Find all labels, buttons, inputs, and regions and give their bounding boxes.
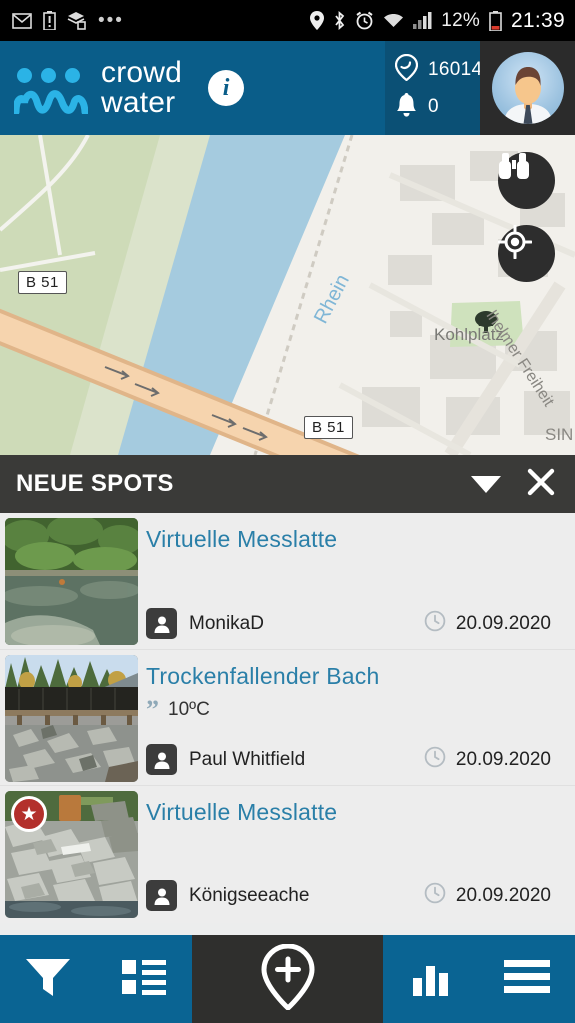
date-area: 20.09.2020 xyxy=(424,882,551,909)
filter-funnel-icon xyxy=(25,956,71,1003)
stream-photo-thumbnail[interactable] xyxy=(5,518,138,645)
road-shield-left: B 51 xyxy=(18,271,67,294)
signal-icon xyxy=(413,12,432,29)
info-button[interactable]: i xyxy=(208,70,245,106)
section-actions xyxy=(471,468,555,501)
user-name: MonikaD xyxy=(189,612,264,634)
list-item[interactable]: Trockenfallender Bach ” 10ºC Paul Whitfi… xyxy=(0,649,575,785)
bell-icon xyxy=(395,92,418,123)
battery-alert-icon xyxy=(43,11,56,30)
new-spots-header: NEUE SPOTS xyxy=(0,455,575,513)
status-bar-right: 12% 21:39 xyxy=(310,9,565,33)
user-icon xyxy=(146,608,177,639)
status-bar-left: ••• xyxy=(12,11,124,30)
avatar-button[interactable] xyxy=(480,41,575,135)
nav-filter-button[interactable] xyxy=(0,935,96,1023)
app-screen: ••• 12% 21:39 crowd water i 16014 0 Rhei… xyxy=(0,0,575,1023)
section-title: NEUE SPOTS xyxy=(16,470,174,497)
nav-statistics-button[interactable] xyxy=(383,935,479,1023)
layers-icon xyxy=(67,11,87,30)
chevron-down-icon[interactable] xyxy=(471,475,501,493)
dry-creek-photo-thumbnail[interactable] xyxy=(5,655,138,782)
list-item[interactable]: Virtuelle Messlatte MonikaD 20.09.2020 xyxy=(0,513,575,649)
user-icon xyxy=(146,744,177,775)
spot-title[interactable]: Virtuelle Messlatte xyxy=(146,799,575,826)
status-bar: ••• 12% 21:39 xyxy=(0,0,575,41)
list-item[interactable]: ★ Virtuelle Messlatte Königseeache 20.09… xyxy=(0,785,575,921)
add-spot-pin-icon xyxy=(260,942,315,1015)
list-item-body: Virtuelle Messlatte MonikaD 20.09.2020 xyxy=(138,518,575,649)
user-name: Königseeache xyxy=(189,884,310,906)
nav-menu-button[interactable] xyxy=(479,935,575,1023)
new-spots-list[interactable]: Virtuelle Messlatte MonikaD 20.09.2020 T… xyxy=(0,513,575,923)
notification-row[interactable]: 0 xyxy=(395,92,480,123)
list-item-footer: MonikaD 20.09.2020 xyxy=(146,608,551,639)
road-shield-right: B 51 xyxy=(304,416,353,439)
wifi-icon xyxy=(383,12,404,29)
rocky-shore-photo-thumbnail[interactable]: ★ xyxy=(5,791,138,918)
spot-quote: ” 10ºC xyxy=(146,695,575,724)
brand-name: crowd water xyxy=(101,58,182,118)
list-item-footer: Paul Whitfield 20.09.2020 xyxy=(146,744,551,775)
spot-quote-text: 10ºC xyxy=(168,699,210,720)
user-name: Paul Whitfield xyxy=(189,748,306,770)
info-button-label: i xyxy=(222,74,230,101)
more-dots-icon: ••• xyxy=(98,9,124,31)
clock-icon xyxy=(424,882,446,909)
alarm-icon xyxy=(355,11,374,30)
notification-count-label: 0 xyxy=(428,96,439,117)
list-item-body: Virtuelle Messlatte Königseeache 20.09.2… xyxy=(138,791,575,921)
bar-chart-icon xyxy=(412,958,450,1001)
star-badge-icon: ★ xyxy=(11,796,47,832)
locate-button[interactable] xyxy=(498,225,555,282)
user-avatar xyxy=(491,52,564,124)
brand-line-2: water xyxy=(101,86,176,119)
bottom-navigation xyxy=(0,935,575,1023)
quote-icon: ” xyxy=(146,695,159,724)
crowdwater-people-wave-logo xyxy=(14,62,88,114)
battery-low-icon xyxy=(489,10,502,31)
bluetooth-icon xyxy=(333,11,346,30)
nav-list-button[interactable] xyxy=(96,935,192,1023)
street-label-2: SIN xyxy=(545,425,573,444)
spot-date: 20.09.2020 xyxy=(455,884,551,906)
date-area: 20.09.2020 xyxy=(424,746,551,773)
location-icon xyxy=(310,11,325,30)
spot-title[interactable]: Trockenfallender Bach xyxy=(146,663,575,690)
list-item-body: Trockenfallender Bach ” 10ºC Paul Whitfi… xyxy=(138,655,575,785)
battery-percent-label: 12% xyxy=(441,9,480,31)
hamburger-menu-icon xyxy=(504,959,550,999)
spot-title[interactable]: Virtuelle Messlatte xyxy=(146,526,575,553)
nav-add-spot-button[interactable] xyxy=(192,935,383,1023)
spot-count-row[interactable]: 16014 xyxy=(394,53,483,86)
clock-icon xyxy=(424,746,446,773)
spot-date: 20.09.2020 xyxy=(455,612,551,634)
date-area: 20.09.2020 xyxy=(424,610,551,637)
clock-icon xyxy=(424,610,446,637)
app-header: crowd water i 16014 0 xyxy=(0,41,575,135)
binoculars-button[interactable] xyxy=(498,152,555,209)
map-view[interactable]: Rhein Kohlplatz lhelmer Freiheit SIN B 5… xyxy=(0,135,575,455)
brand-area: crowd water i xyxy=(0,41,385,135)
spot-count-label: 16014 xyxy=(428,58,483,80)
location-marker-icon xyxy=(394,53,419,86)
close-icon[interactable] xyxy=(527,468,555,501)
map-canvas: Rhein Kohlplatz lhelmer Freiheit SIN xyxy=(0,135,575,455)
user-icon xyxy=(146,880,177,911)
spot-date: 20.09.2020 xyxy=(455,748,551,770)
brand-line-1: crowd xyxy=(101,56,183,89)
gmail-icon xyxy=(12,12,32,29)
list-item-footer: Königseeache 20.09.2020 xyxy=(146,880,551,911)
clock-label: 21:39 xyxy=(510,8,565,32)
header-stats: 16014 0 xyxy=(385,41,483,135)
list-view-icon xyxy=(122,958,166,1001)
